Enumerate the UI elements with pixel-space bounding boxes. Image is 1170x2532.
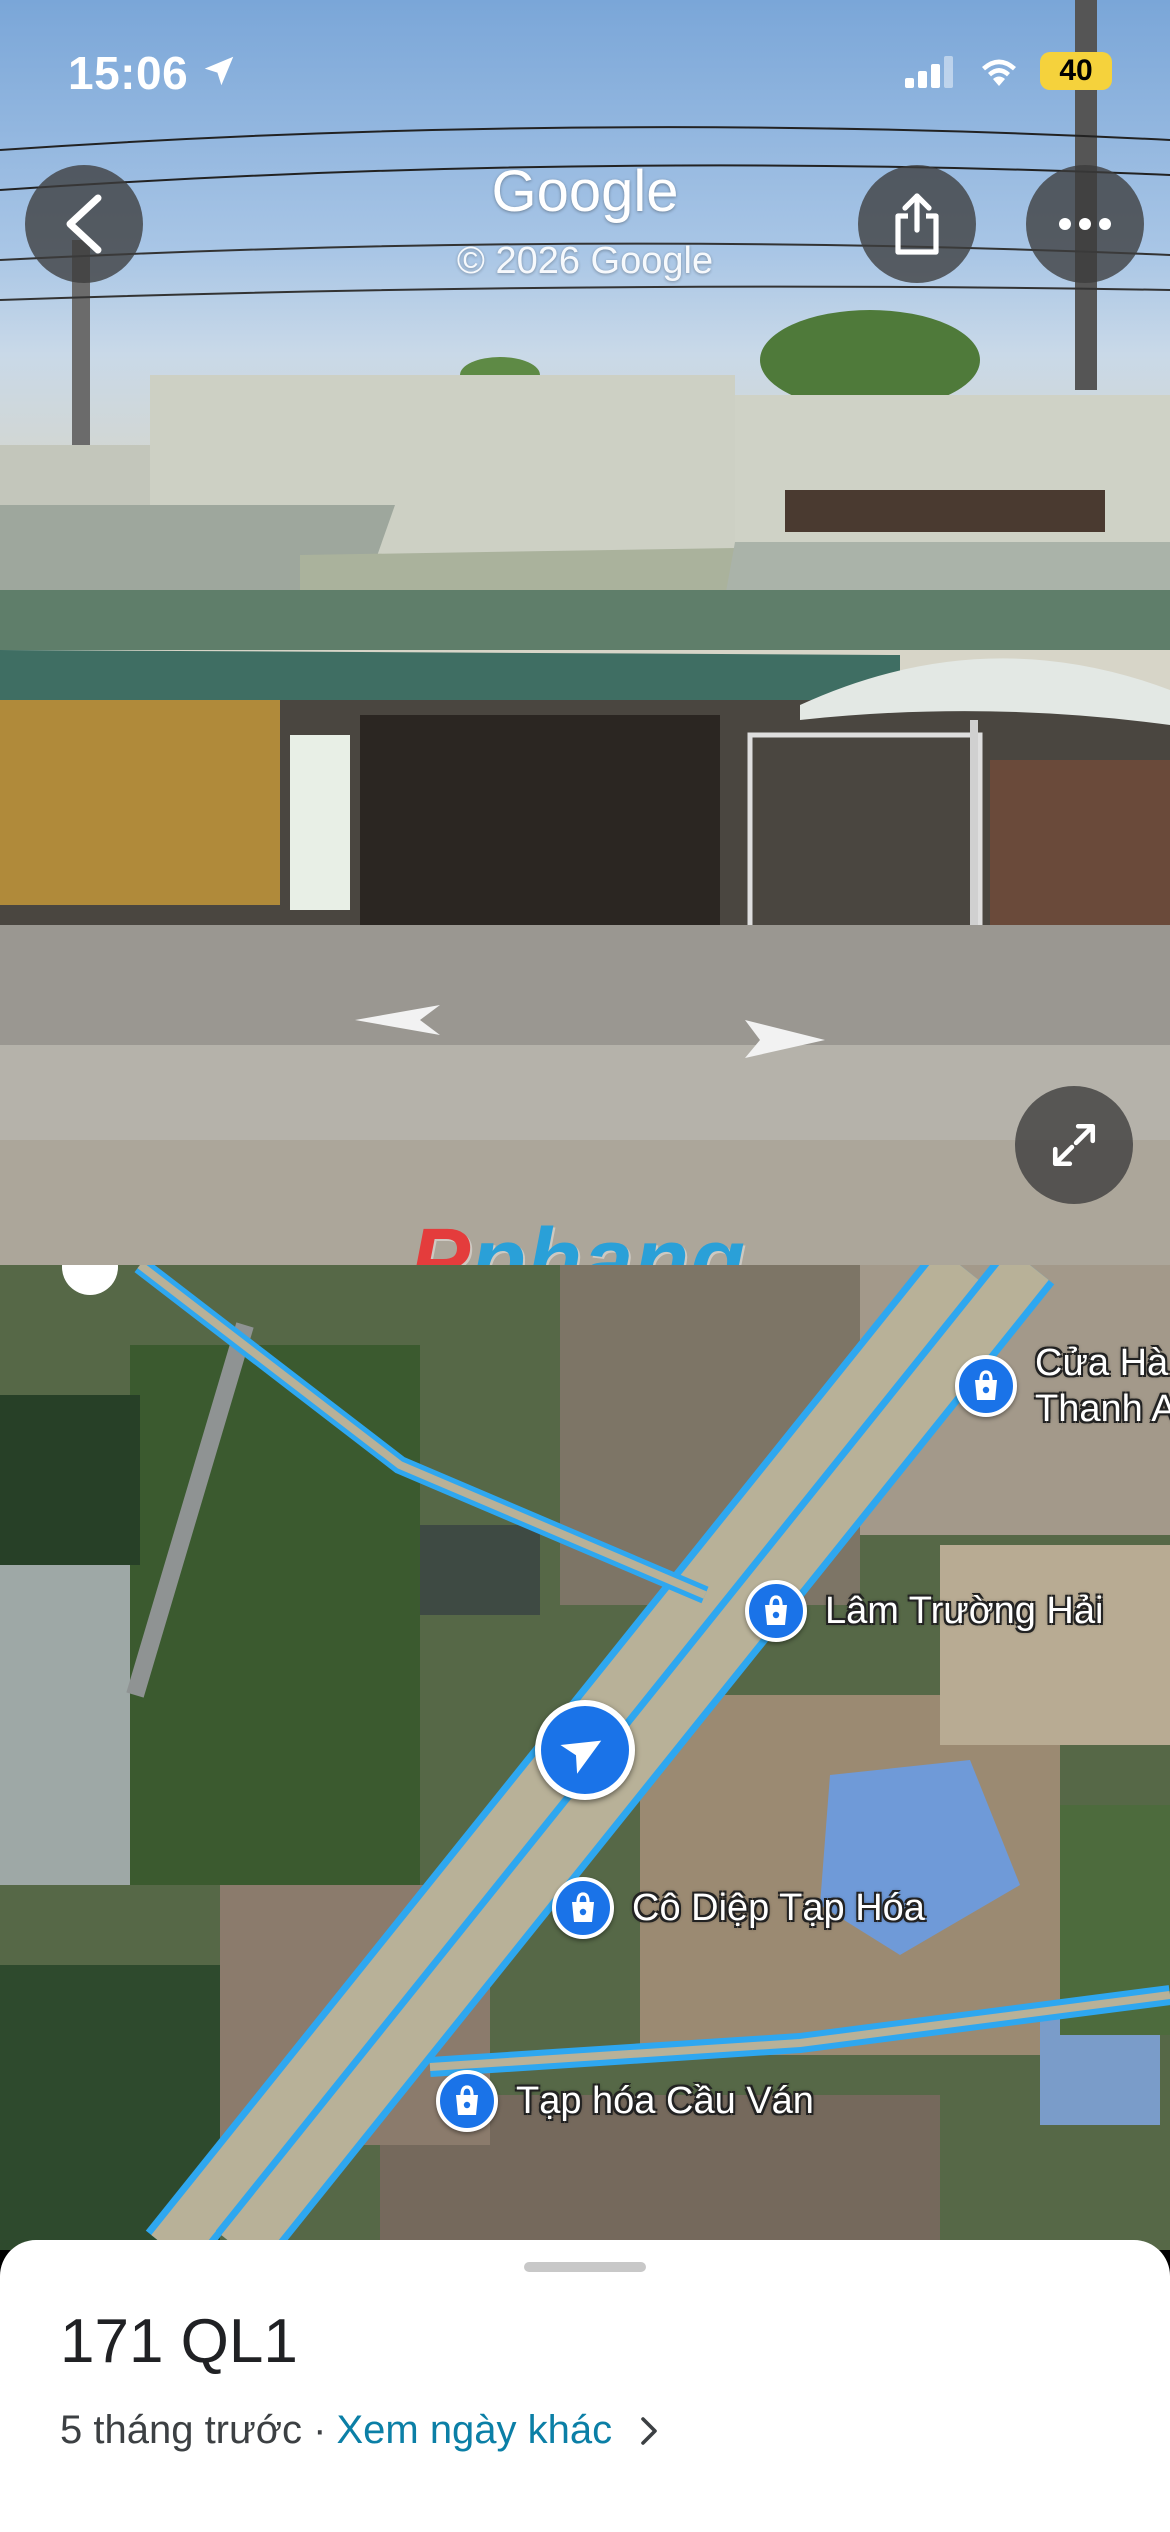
navigation-arrow-icon <box>560 1740 602 1774</box>
poi-pin <box>552 1877 614 1939</box>
status-bar: 15:06 40 <box>0 0 1170 150</box>
poi-label: Tạp hóa Cầu Ván <box>516 2079 814 2122</box>
expand-button[interactable] <box>1015 1086 1133 1204</box>
see-other-dates-link[interactable]: Xem ngày khác <box>336 2408 612 2453</box>
poi-lam-truong-hai[interactable]: Lâm Trường Hải <box>745 1580 1103 1642</box>
shopping-bag-icon <box>456 2085 478 2115</box>
capture-date-row: 5 tháng trước · Xem ngày khác <box>60 2408 658 2453</box>
expand-icon <box>1052 1123 1096 1167</box>
watermark-rest: phang <box>471 1211 746 1265</box>
shopping-bag-icon <box>765 1595 787 1625</box>
watermark: Pphang <box>410 1210 746 1265</box>
street-view-panorama[interactable]: 15:06 40 Google © 2026 Google Pphang <box>0 0 1170 1265</box>
current-view-marker[interactable] <box>535 1700 635 1800</box>
poi-pin <box>745 1580 807 1642</box>
poi-label: Cửa Hà Thanh A <box>1035 1342 1170 1430</box>
watermark-first-letter: P <box>410 1211 472 1265</box>
bottom-sheet[interactable]: 171 QL1 5 tháng trước · Xem ngày khác <box>0 2240 1170 2532</box>
signal-icon <box>905 56 953 88</box>
poi-cua-ha-thanh[interactable]: Cửa Hà Thanh A <box>955 1340 1170 1432</box>
share-button[interactable] <box>858 165 976 283</box>
share-icon <box>895 193 939 255</box>
more-button[interactable] <box>1026 165 1144 283</box>
shopping-bag-icon <box>975 1370 997 1400</box>
poi-pin <box>955 1355 1017 1417</box>
more-icon <box>1059 218 1111 230</box>
shopping-bag-icon <box>572 1892 594 1922</box>
poi-pin <box>436 2070 498 2132</box>
screen: 15:06 40 Google © 2026 Google Pphang Cửa… <box>0 0 1170 2532</box>
status-time: 15:06 <box>68 47 189 99</box>
location-arrow-icon <box>204 56 234 86</box>
copyright-text: © 2026 Google <box>456 240 714 282</box>
sheet-drag-handle[interactable] <box>524 2262 646 2272</box>
poi-co-diep-tap-hoa[interactable]: Cô Diệp Tạp Hóa <box>552 1877 925 1939</box>
poi-label: Lâm Trường Hải <box>825 1589 1104 1632</box>
poi-tap-hoa-cau-van[interactable]: Tạp hóa Cầu Ván <box>436 2070 814 2132</box>
chevron-right-icon[interactable] <box>640 2416 658 2446</box>
capture-age: 5 tháng trước · <box>60 2408 327 2452</box>
poi-label: Cô Diệp Tạp Hóa <box>632 1886 925 1929</box>
brand-title: Google <box>491 159 679 224</box>
battery-indicator: 40 <box>1040 52 1112 90</box>
address-title: 171 QL1 <box>60 2307 298 2376</box>
wifi-icon <box>982 59 1016 86</box>
